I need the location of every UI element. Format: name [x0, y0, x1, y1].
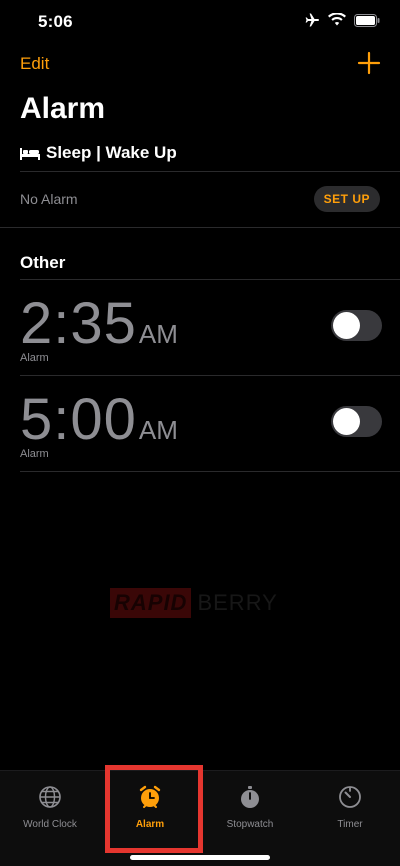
- alarm-label: Alarm: [20, 448, 49, 460]
- alarm-toggle[interactable]: [331, 310, 382, 341]
- setup-button[interactable]: SET UP: [313, 186, 380, 212]
- watermark: RAPID BERRY: [110, 586, 290, 620]
- alarm-row[interactable]: 2:35AM Alarm: [0, 280, 400, 376]
- timer-icon: [339, 786, 361, 808]
- watermark-rapid: RAPID: [110, 588, 192, 618]
- other-section-header: Other: [20, 253, 66, 272]
- alarm-time: 2:35AM: [20, 290, 178, 357]
- alarm-row[interactable]: 5:00AM Alarm: [0, 376, 400, 472]
- toggle-knob: [333, 312, 360, 339]
- highlight-annotation: [105, 765, 203, 853]
- tab-stopwatch[interactable]: Stopwatch: [200, 771, 300, 851]
- airplane-mode-icon: [305, 13, 319, 27]
- watermark-berry: BERRY: [197, 590, 278, 615]
- tab-timer[interactable]: Timer: [300, 771, 400, 851]
- navigation-bar: Edit: [0, 48, 400, 82]
- divider: [20, 471, 400, 472]
- alarm-time-ampm: AM: [138, 415, 178, 445]
- status-bar: 5:06: [0, 0, 400, 44]
- divider: [20, 171, 400, 172]
- status-icons: [304, 12, 380, 28]
- home-indicator: [130, 855, 270, 860]
- alarm-toggle[interactable]: [331, 406, 382, 437]
- tab-label: Timer: [337, 819, 363, 830]
- tab-label: Stopwatch: [226, 819, 274, 830]
- edit-button[interactable]: Edit: [20, 54, 49, 74]
- sleep-wake-title: Sleep | Wake Up: [46, 143, 177, 162]
- wifi-icon: [328, 13, 346, 26]
- tab-label: World Clock: [23, 819, 77, 830]
- toggle-knob: [333, 408, 360, 435]
- sleep-wake-header: Sleep | Wake Up: [20, 143, 177, 163]
- page-title: Alarm: [20, 92, 106, 125]
- alarm-label: Alarm: [20, 352, 49, 364]
- stopwatch-icon: [241, 786, 259, 808]
- globe-icon: [39, 786, 61, 808]
- alarm-time-digits: 5:00: [20, 387, 137, 452]
- tab-world-clock[interactable]: World Clock: [0, 771, 100, 851]
- no-alarm-text: No Alarm: [20, 191, 78, 207]
- divider: [0, 227, 400, 228]
- add-icon[interactable]: [356, 50, 382, 76]
- alarm-time: 5:00AM: [20, 386, 178, 453]
- bed-icon: [20, 148, 40, 160]
- alarm-time-ampm: AM: [138, 319, 178, 349]
- battery-icon: [354, 13, 380, 27]
- alarm-time-digits: 2:35: [20, 291, 137, 356]
- status-time: 5:06: [38, 12, 73, 31]
